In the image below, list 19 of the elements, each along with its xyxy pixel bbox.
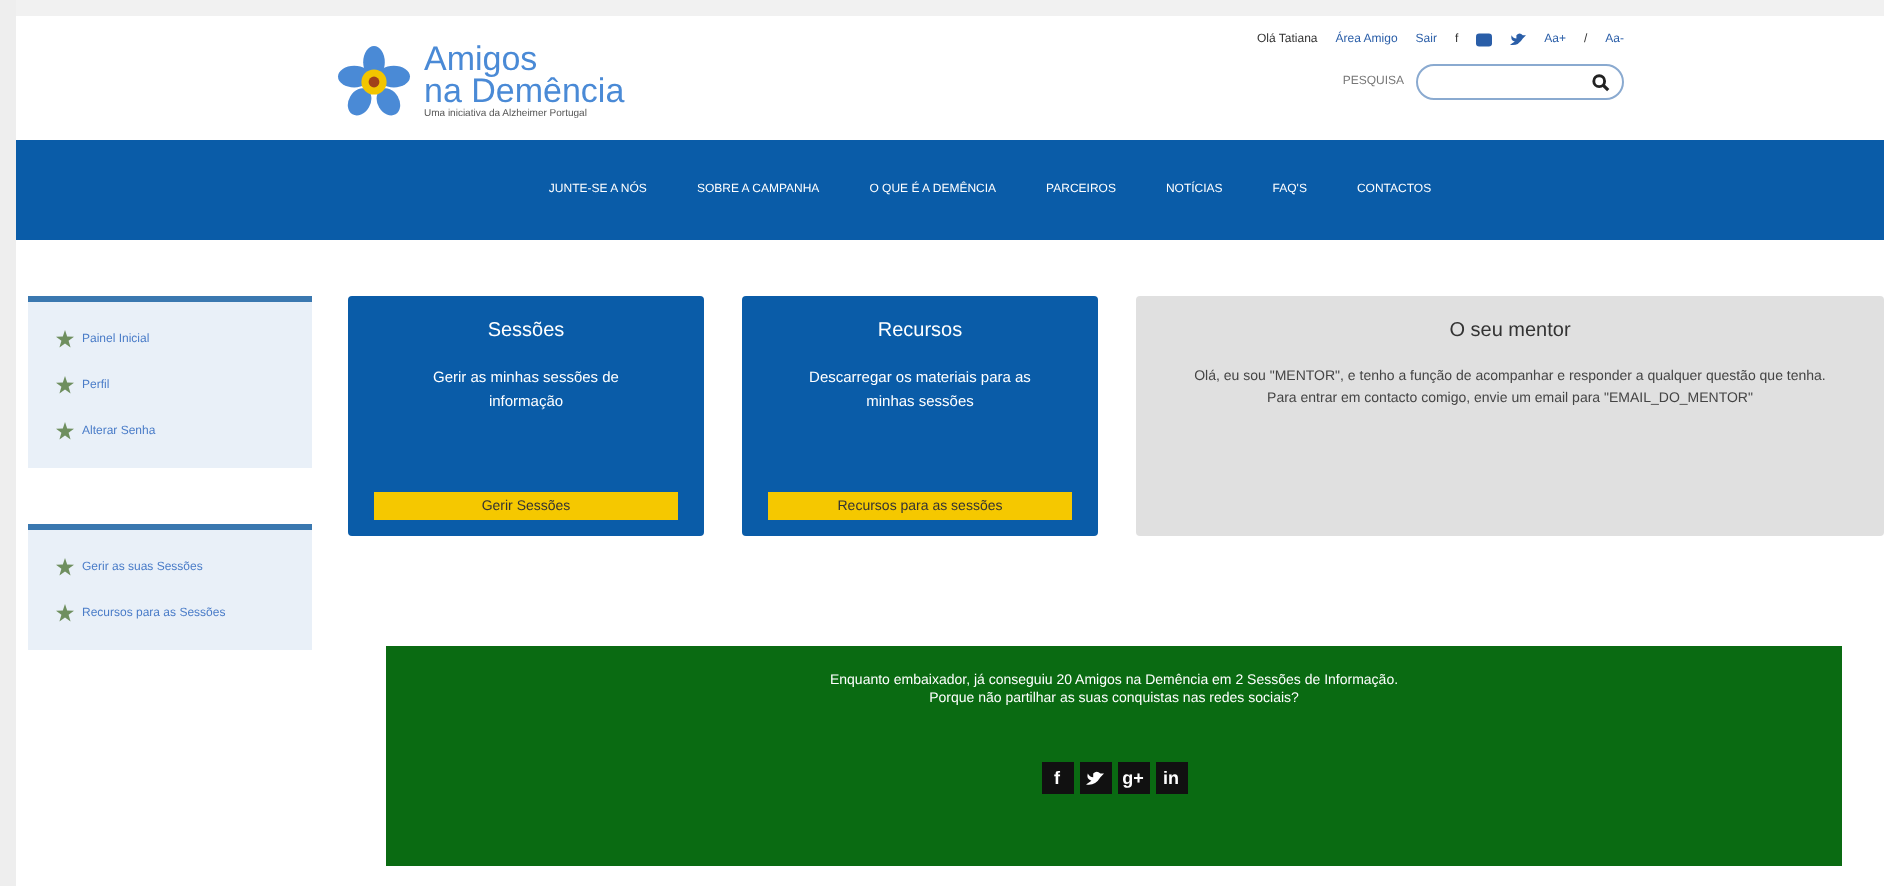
card-title: O seu mentor xyxy=(1449,320,1571,342)
flower-logo-icon xyxy=(332,46,416,118)
star-icon xyxy=(56,422,74,440)
share-button[interactable]: g+ xyxy=(1117,762,1149,794)
star-icon xyxy=(56,604,74,622)
logo-text: Amigos xyxy=(424,44,538,76)
logo-text: na Demência xyxy=(424,76,625,108)
search-icon[interactable] xyxy=(1592,73,1610,91)
star-icon xyxy=(56,558,74,576)
bird-icon xyxy=(1086,769,1104,787)
share-button[interactable]: f xyxy=(1041,762,1073,794)
star-icon xyxy=(56,376,74,394)
bird-icon[interactable] xyxy=(1510,32,1527,48)
share-button[interactable]: in xyxy=(1155,762,1187,794)
card-title: Sessões xyxy=(487,320,565,342)
search-field[interactable] xyxy=(1416,64,1624,100)
card-title: Recursos xyxy=(877,320,963,342)
star-icon xyxy=(56,330,74,348)
share-button[interactable] xyxy=(1079,762,1111,794)
